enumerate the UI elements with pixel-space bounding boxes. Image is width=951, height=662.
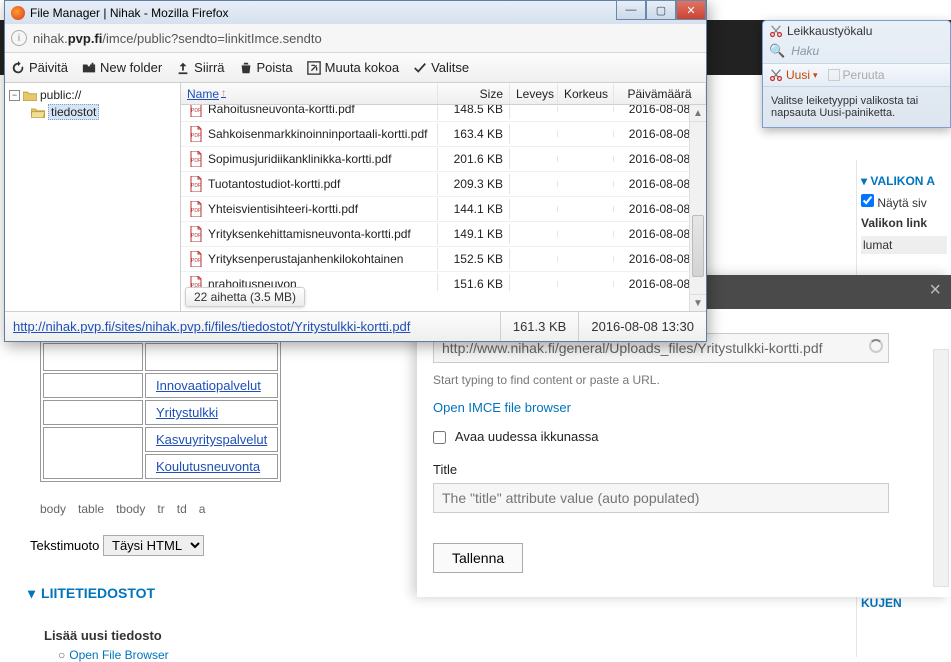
trash-icon	[239, 61, 253, 75]
window-minimize-button[interactable]: —	[616, 0, 646, 20]
window-titlebar[interactable]: File Manager | Nihak - Mozilla Firefox —…	[5, 1, 706, 24]
url-hint-text: Start typing to find content or paste a …	[433, 373, 935, 387]
pdf-file-icon: PDF	[189, 226, 203, 242]
upload-icon	[176, 61, 190, 75]
selected-file-path[interactable]: http://nihak.pvp.fi/sites/nihak.pvp.fi/f…	[5, 319, 500, 334]
scroll-thumb[interactable]	[692, 215, 704, 277]
delete-button[interactable]: Poista	[239, 60, 293, 75]
snip-cancel-button: Peruuta	[828, 68, 885, 82]
open-new-window-label: Avaa uudessa ikkunassa	[455, 429, 599, 444]
scissors-icon	[769, 24, 783, 38]
snip-instruction-text: Valitse leiketyyppi valikosta tai napsau…	[763, 87, 950, 127]
new-folder-button[interactable]: New folder	[82, 60, 162, 75]
content-link[interactable]: Yritystulkki	[156, 405, 218, 420]
pdf-file-icon: PDF	[189, 251, 203, 267]
firefox-window: File Manager | Nihak - Mozilla Firefox —…	[4, 0, 707, 342]
content-link[interactable]: Innovaatiopalvelut	[156, 378, 261, 393]
close-icon[interactable]: ×	[929, 279, 941, 302]
scroll-up-icon[interactable]: ▲	[690, 105, 706, 122]
file-manager-statusbar: http://nihak.pvp.fi/sites/nihak.pvp.fi/f…	[5, 311, 706, 341]
col-header-date[interactable]: Päivämäärä	[614, 84, 706, 104]
resize-icon	[307, 61, 321, 75]
firefox-icon	[11, 6, 25, 20]
svg-text:PDF: PDF	[191, 158, 201, 164]
editor-element-path: bodytabletbodytrtda	[40, 502, 217, 516]
snipping-tool-window: Leikkaustyökalu 🔍 Haku Uusi ▾ Peruuta Va…	[762, 20, 951, 128]
text-format-label: Tekstimuoto	[30, 538, 99, 553]
file-manager-toolbar: Päivitä New folder Siirrä Poista Muuta k…	[5, 53, 706, 83]
add-file-heading: Lisää uusi tiedosto	[44, 628, 162, 643]
selected-file-date: 2016-08-08 13:30	[578, 312, 706, 341]
scroll-down-icon[interactable]: ▼	[690, 294, 706, 311]
save-button[interactable]: Tallenna	[433, 543, 523, 573]
editor-content-table: Innovaatiopalvelut Yritystulkki Kasvuyri…	[40, 340, 281, 482]
link-title-input[interactable]	[433, 483, 889, 513]
tree-collapse-icon[interactable]: −	[9, 90, 20, 101]
col-header-name[interactable]: Name↑	[181, 84, 438, 104]
pdf-file-icon: PDF	[189, 176, 203, 192]
pdf-file-icon: PDF	[189, 151, 203, 167]
file-row[interactable]: PDFRahoitusneuvonta-kortti.pdf148.5 KB20…	[181, 105, 706, 122]
snip-titlebar[interactable]: Leikkaustyökalu	[763, 21, 950, 41]
svg-text:PDF: PDF	[191, 208, 201, 214]
file-row[interactable]: PDFYhteisvientisihteeri-kortti.pdf144.1 …	[181, 197, 706, 222]
file-row[interactable]: PDFYrityksenkehittamisneuvonta-kortti.pd…	[181, 222, 706, 247]
svg-text:PDF: PDF	[191, 133, 201, 139]
file-count-summary: 22 aihetta (3.5 MB)	[185, 287, 305, 307]
text-format-select[interactable]: Täysi HTML	[103, 535, 204, 556]
tree-child-node[interactable]: tiedostot	[9, 103, 176, 121]
attachments-accordion[interactable]: ▾LIITETIEDOSTOT	[28, 585, 155, 602]
pdf-file-icon: PDF	[189, 126, 203, 142]
show-in-menu-checkbox[interactable]	[861, 194, 874, 207]
svg-text:PDF: PDF	[191, 183, 201, 189]
file-row[interactable]: PDFYrityksenperustajanhenkilokohtainen15…	[181, 247, 706, 272]
svg-text:PDF: PDF	[191, 108, 201, 114]
address-bar[interactable]: i nihak.pvp.fi/imce/public?sendto=linkit…	[5, 24, 706, 53]
select-button[interactable]: Valitse	[413, 60, 469, 75]
file-row[interactable]: PDFSopimusjuridiikanklinikka-kortti.pdf2…	[181, 147, 706, 172]
content-link[interactable]: Kasvuyrityspalvelut	[156, 432, 267, 447]
tree-root-node[interactable]: − public://	[9, 87, 176, 103]
col-header-width[interactable]: Leveys	[510, 84, 558, 104]
resize-button[interactable]: Muuta kokoa	[307, 60, 399, 75]
open-new-window-checkbox[interactable]	[433, 431, 446, 444]
selected-file-size: 161.3 KB	[500, 312, 579, 341]
file-list: Name↑ Size Leveys Korkeus Päivämäärä PDF…	[181, 83, 706, 311]
pdf-file-icon: PDF	[189, 105, 203, 117]
site-info-icon[interactable]: i	[11, 30, 27, 46]
window-maximize-button[interactable]: ▢	[646, 0, 676, 20]
folder-open-icon	[31, 107, 45, 118]
col-header-size[interactable]: Size	[438, 84, 510, 104]
move-button[interactable]: Siirrä	[176, 60, 224, 75]
window-title: File Manager | Nihak - Mozilla Firefox	[30, 6, 229, 20]
refresh-icon	[11, 61, 25, 75]
refresh-button[interactable]: Päivitä	[11, 60, 68, 75]
title-field-label: Title	[433, 462, 935, 477]
file-row[interactable]: PDFSahkoisenmarkkinoinninportaali-kortti…	[181, 122, 706, 147]
folder-icon	[23, 90, 37, 101]
folder-tree: − public:// tiedostot	[5, 83, 181, 311]
check-icon	[413, 61, 427, 75]
snip-search-placeholder[interactable]: Haku	[791, 44, 819, 58]
loading-spinner-icon	[869, 339, 883, 353]
svg-text:PDF: PDF	[191, 258, 201, 264]
search-icon: 🔍	[769, 43, 785, 59]
window-close-button[interactable]: ✕	[676, 0, 706, 20]
file-list-scrollbar[interactable]: ▲ ▼	[689, 105, 706, 311]
pdf-file-icon: PDF	[189, 201, 203, 217]
content-link[interactable]: Koulutusneuvonta	[156, 459, 260, 474]
scissors-icon	[769, 68, 783, 82]
col-header-height[interactable]: Korkeus	[558, 84, 614, 104]
snip-new-button[interactable]: Uusi ▾	[769, 68, 818, 82]
open-file-browser-link[interactable]: Open File Browser	[69, 648, 168, 662]
open-imce-browser-link[interactable]: Open IMCE file browser	[433, 400, 571, 415]
file-row[interactable]: PDFTuotantostudiot-kortti.pdf209.3 KB201…	[181, 172, 706, 197]
svg-text:PDF: PDF	[191, 233, 201, 239]
new-folder-icon	[82, 61, 96, 75]
dialog-scrollbar[interactable]	[933, 349, 949, 587]
